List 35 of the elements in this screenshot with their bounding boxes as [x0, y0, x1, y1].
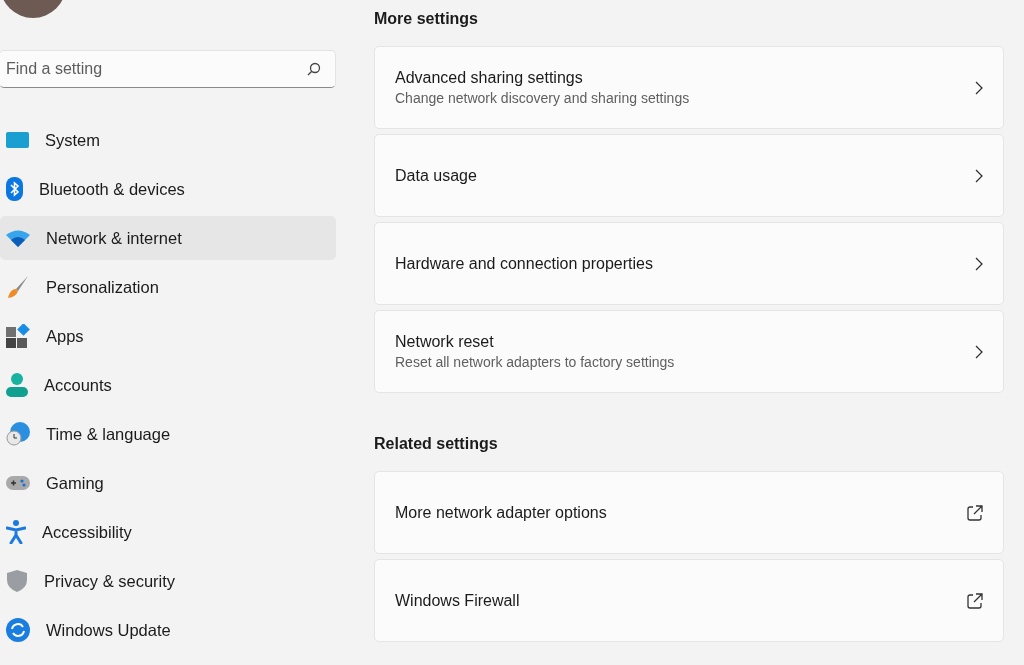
settings-card[interactable]: More network adapter options — [374, 471, 1004, 554]
card-title: Network reset — [395, 333, 495, 351]
chevron-right-icon — [975, 168, 983, 183]
person-icon — [6, 373, 28, 397]
accessibility-icon — [6, 520, 26, 544]
settings-card[interactable]: Network reset Reset all network adapters to factory settings — [374, 310, 1004, 393]
external-link-icon — [967, 592, 983, 609]
update-icon — [6, 618, 30, 642]
globe-clock-icon — [6, 422, 30, 446]
nav-item[interactable]: Network & internet — [0, 216, 336, 260]
card-title: Advanced sharing settings — [395, 69, 584, 87]
monitor-icon — [6, 131, 29, 149]
chevron-right-icon — [975, 256, 983, 271]
settings-card[interactable]: Data usage — [374, 134, 1004, 217]
chevron-right-icon — [975, 80, 983, 95]
card-subtitle: Reset all network adapters to factory settings — [395, 354, 675, 370]
search-icon — [307, 62, 321, 76]
settings-card[interactable]: Windows Firewall — [374, 559, 1004, 642]
external-link-icon — [967, 504, 983, 521]
search-field[interactable]: Find a setting — [0, 50, 336, 88]
shield-icon — [6, 569, 28, 593]
settings-card[interactable]: Hardware and connection properties — [374, 222, 1004, 305]
chevron-right-icon — [975, 344, 983, 359]
card-title: More network adapter options — [395, 503, 607, 522]
apps-icon — [6, 324, 30, 348]
wifi-icon — [6, 229, 30, 247]
card-title: Windows Firewall — [395, 591, 520, 610]
bluetooth-icon — [6, 177, 23, 201]
settings-card[interactable]: Advanced sharing settings Change network discovery and sharing settings — [374, 46, 1004, 129]
card-title: Data usage — [395, 166, 477, 185]
card-title: Hardware and connection properties — [395, 254, 653, 273]
section-heading: Related settings — [374, 435, 499, 454]
card-subtitle: Change network discovery and sharing settings — [395, 90, 690, 106]
gamepad-icon — [6, 475, 30, 491]
section-heading: More settings — [374, 10, 479, 29]
